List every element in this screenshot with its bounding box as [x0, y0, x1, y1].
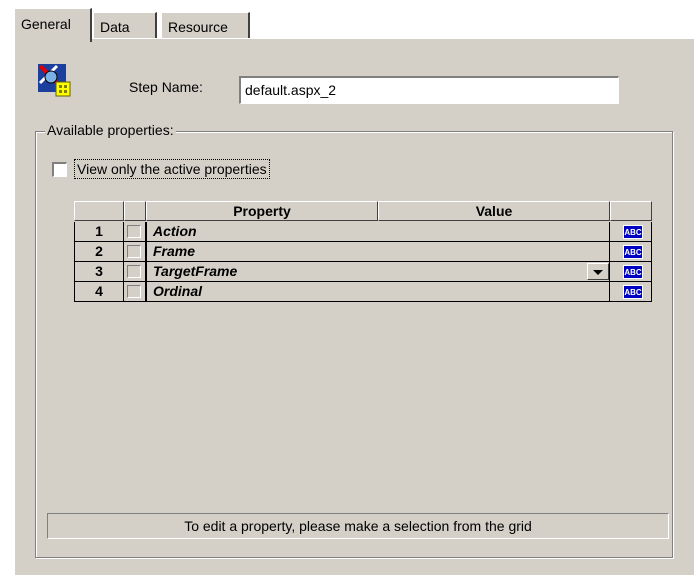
row-checkbox[interactable] [124, 242, 146, 262]
active-properties-checkbox[interactable] [52, 162, 67, 177]
grid-header-type [610, 201, 652, 221]
row-number[interactable]: 3 [74, 262, 124, 282]
tab-strip: General Data Resource [14, 8, 694, 42]
table-row[interactable]: 1 Action ABC [74, 222, 652, 242]
row-check-box[interactable] [127, 225, 141, 238]
available-properties-legend: Available properties: [45, 122, 176, 138]
chevron-down-icon[interactable] [587, 263, 609, 280]
step-satellite-icon [38, 64, 71, 97]
row-property[interactable]: Ordinal [146, 282, 610, 302]
tab-resource[interactable]: Resource [161, 12, 250, 40]
row-property[interactable]: TargetFrame [146, 262, 610, 282]
table-row[interactable]: 4 Ordinal ABC [74, 282, 652, 302]
status-bar: To edit a property, please make a select… [47, 513, 669, 539]
available-properties-group [35, 131, 673, 558]
abc-icon: ABC [623, 225, 643, 239]
row-type-cell: ABC [610, 222, 652, 242]
abc-icon: ABC [623, 245, 643, 259]
row-checkbox[interactable] [124, 282, 146, 302]
grid-header-row: Property Value [74, 201, 652, 221]
row-number[interactable]: 2 [74, 242, 124, 262]
row-check-box[interactable] [127, 265, 141, 278]
grid-header-corner[interactable] [74, 201, 124, 221]
step-name-input[interactable]: default.aspx_2 [239, 76, 619, 104]
row-property-text: TargetFrame [153, 263, 238, 279]
grid-header-property[interactable]: Property [146, 201, 378, 221]
table-row[interactable]: 3 TargetFrame ABC [74, 262, 652, 282]
row-number[interactable]: 4 [74, 282, 124, 302]
row-property[interactable]: Frame [146, 242, 610, 262]
tab-general[interactable]: General [14, 8, 92, 42]
abc-icon: ABC [623, 285, 643, 299]
row-checkbox[interactable] [124, 222, 146, 242]
table-row[interactable]: 2 Frame ABC [74, 242, 652, 262]
row-property[interactable]: Action [146, 222, 610, 242]
row-number[interactable]: 1 [74, 222, 124, 242]
row-type-cell: ABC [610, 242, 652, 262]
grid-header-check [124, 201, 146, 221]
row-type-cell: ABC [610, 262, 652, 282]
row-check-box[interactable] [127, 285, 141, 298]
general-panel: Step Name: default.aspx_2 Available prop… [14, 38, 694, 575]
step-name-label: Step Name: [129, 79, 203, 95]
abc-icon: ABC [623, 265, 643, 279]
tab-data[interactable]: Data [93, 12, 157, 40]
row-check-box[interactable] [127, 245, 141, 258]
active-properties-label[interactable]: View only the active properties [74, 159, 270, 179]
grid-header-value[interactable]: Value [378, 201, 610, 221]
row-checkbox[interactable] [124, 262, 146, 282]
row-type-cell: ABC [610, 282, 652, 302]
